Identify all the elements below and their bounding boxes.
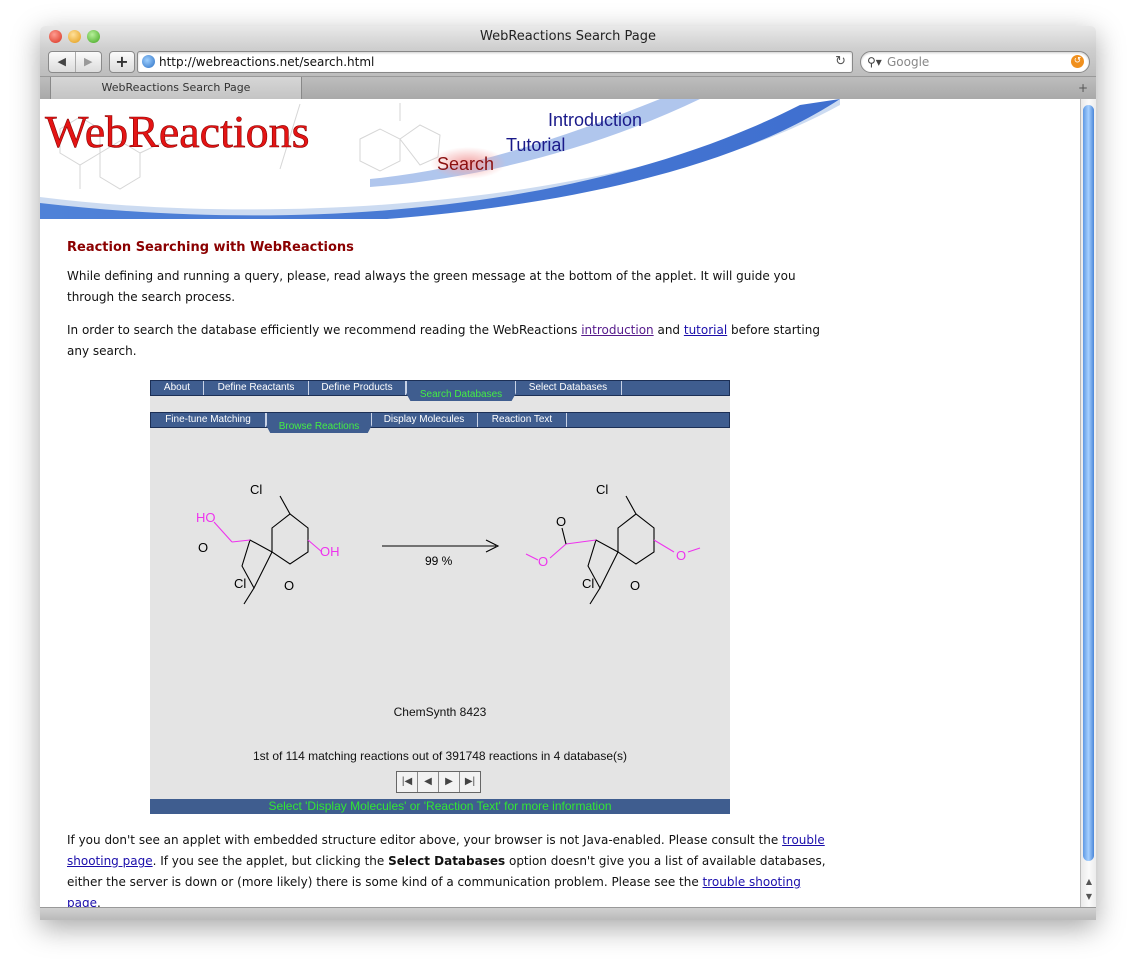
vertical-scrollbar[interactable]: ▲ ▼ (1080, 99, 1096, 907)
intro-paragraph: While defining and running a query, plea… (67, 269, 796, 304)
nav-tutorial[interactable]: Tutorial (506, 135, 565, 155)
close-icon[interactable] (49, 30, 62, 43)
first-result-button[interactable]: |◀ (397, 772, 418, 792)
troubleshooting-paragraph: If you don't see an applet with embedded… (67, 830, 827, 907)
introduction-link[interactable]: introduction (581, 323, 653, 337)
reactant-label-o1: O (198, 540, 208, 555)
nav-introduction[interactable]: Introduction (548, 110, 642, 130)
para2-text-a: In order to search the database efficien… (67, 323, 582, 337)
reaction-diagram: Cl HO O OH Cl O 99 % Cl O O O Cl O (196, 482, 701, 605)
snapback-icon[interactable]: ↺ (1071, 55, 1084, 68)
para3-text-a: If you don't see an applet with embedded… (67, 833, 783, 847)
previous-result-button[interactable]: ◀ (418, 772, 439, 792)
tab-fine-tune-matching[interactable]: Fine-tune Matching (151, 413, 266, 427)
product-label-o-ketone: O (630, 578, 640, 593)
result-navigation: |◀ ◀ ▶ ▶| (396, 771, 481, 793)
tab-define-reactants[interactable]: Define Reactants (204, 381, 309, 395)
recommend-paragraph: In order to search the database efficien… (67, 320, 827, 362)
page-content: Reaction Searching with WebReactions Whi… (67, 237, 827, 374)
status-bar (40, 907, 1096, 920)
troubleshooting-section: If you don't see an applet with embedded… (67, 830, 827, 907)
tab-define-products[interactable]: Define Products (309, 381, 406, 395)
site-banner: WebReactions Introduction Tutorial Searc… (40, 99, 840, 219)
para3-text-d: . (96, 896, 101, 907)
webreactions-applet: About Define Reactants Define Products S… (150, 380, 730, 814)
reactant-label-oh: OH (320, 544, 340, 559)
toolbar: ◀ ▶ + http://webreactions.net/search.htm… (40, 48, 1096, 76)
reaction-yield: 99 % (425, 554, 453, 568)
page-heading: Reaction Searching with WebReactions (67, 240, 354, 255)
applet-status-message: Select 'Display Molecules' or 'Reaction … (150, 799, 730, 814)
page-viewport: WebReactions Introduction Tutorial Searc… (40, 99, 1080, 907)
para2-text-b: and (653, 323, 684, 337)
new-tab-button[interactable]: + (1078, 77, 1088, 99)
product-label-cl1: Cl (596, 482, 608, 497)
tab-select-databases[interactable]: Select Databases (515, 381, 622, 395)
match-count-text: 1st of 114 matching reactions out of 391… (252, 749, 627, 763)
database-id: ChemSynth 8423 (393, 705, 487, 719)
tab-about[interactable]: About (151, 381, 204, 395)
tutorial-link[interactable]: tutorial (684, 323, 727, 337)
product-label-o-ether: O (676, 548, 686, 563)
url-text: http://webreactions.net/search.html (159, 55, 375, 69)
reactant-label-cl1: Cl (250, 482, 262, 497)
tab-webreactions[interactable]: WebReactions Search Page (50, 77, 302, 99)
site-logo[interactable]: WebReactions (45, 106, 310, 158)
back-button[interactable]: ◀ (49, 52, 75, 72)
globe-icon (142, 55, 155, 68)
product-label-cl2: Cl (582, 576, 594, 591)
tab-bar: WebReactions Search Page + (40, 76, 1096, 99)
search-placeholder: Google (887, 55, 930, 69)
address-bar[interactable]: http://webreactions.net/search.html ↻ (137, 51, 853, 73)
para3-text-b: . If you see the applet, but clicking th… (152, 854, 389, 868)
last-result-button[interactable]: ▶| (460, 772, 480, 792)
nav-buttons: ◀ ▶ (48, 51, 102, 73)
search-input[interactable]: ⚲▾ Google ↺ (860, 51, 1090, 73)
reactant-label-o2: O (284, 578, 294, 593)
product-structure (587, 495, 655, 605)
search-icon: ⚲▾ (867, 55, 882, 69)
title-bar: WebReactions Search Page (40, 26, 1096, 48)
reactant-label-cl2: Cl (234, 576, 246, 591)
minimize-icon[interactable] (68, 30, 81, 43)
applet-tabs-bottom: Fine-tune Matching Browse Reactions Disp… (150, 412, 730, 433)
scroll-up-icon[interactable]: ▲ (1081, 875, 1096, 889)
tab-search-databases[interactable]: Search Databases (406, 381, 516, 401)
zoom-icon[interactable] (87, 30, 100, 43)
next-result-button[interactable]: ▶ (439, 772, 460, 792)
reactant-label-ho: HO (196, 510, 216, 525)
add-bookmark-button[interactable]: + (109, 51, 135, 73)
scroll-down-icon[interactable]: ▼ (1081, 890, 1096, 904)
nav-search[interactable]: Search (437, 154, 494, 174)
browser-window: WebReactions Search Page ◀ ▶ + http://we… (40, 26, 1096, 920)
product-label-o-ester: O (538, 554, 548, 569)
scrollbar-thumb[interactable] (1083, 105, 1094, 861)
applet-tabs-top: About Define Reactants Define Products S… (150, 380, 730, 401)
select-databases-bold: Select Databases (388, 854, 506, 868)
tab-reaction-text[interactable]: Reaction Text (478, 413, 567, 427)
forward-button[interactable]: ▶ (74, 52, 102, 72)
product-label-o-carbonyl: O (556, 514, 566, 529)
tab-display-molecules[interactable]: Display Molecules (371, 413, 478, 427)
reload-icon[interactable]: ↻ (835, 52, 846, 72)
window-title: WebReactions Search Page (480, 29, 656, 44)
